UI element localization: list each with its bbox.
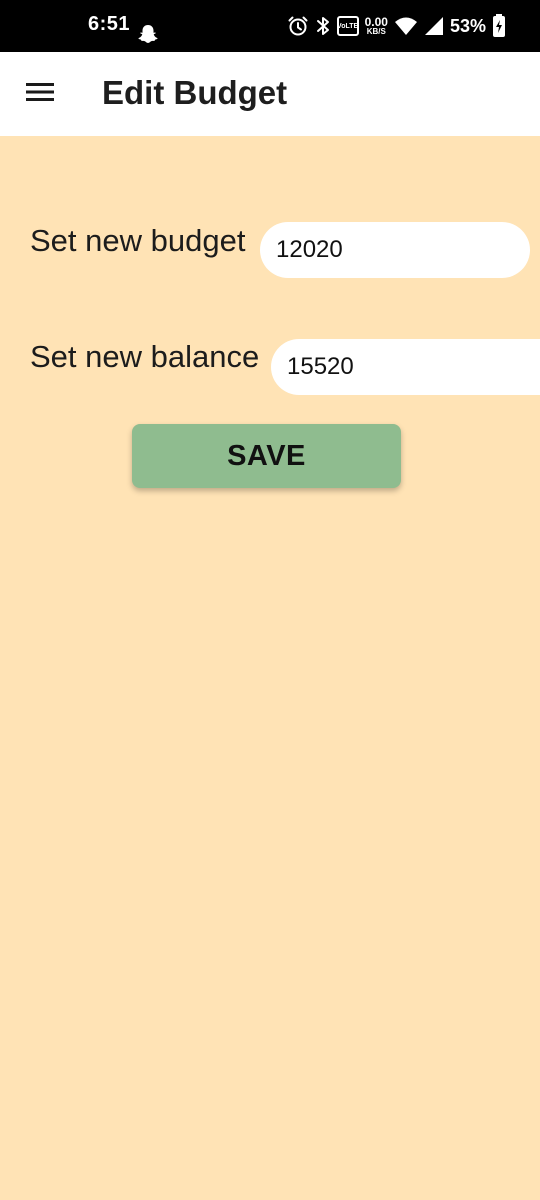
status-bar: 6:51 Vo LTE 0.00 KB/S 53% xyxy=(0,0,540,52)
hamburger-menu-icon xyxy=(26,82,54,107)
volte-text-bottom: LTE xyxy=(345,22,359,30)
net-speed-unit: KB/S xyxy=(366,27,386,36)
net-speed-indicator: 0.00 KB/S xyxy=(365,16,388,36)
wifi-icon xyxy=(394,16,418,36)
bluetooth-icon xyxy=(315,15,331,37)
snapchat-icon xyxy=(136,23,160,47)
alarm-icon xyxy=(287,15,309,37)
battery-charging-icon xyxy=(492,14,506,38)
balance-label: Set new balance xyxy=(30,339,260,374)
status-time: 6:51 xyxy=(88,13,131,35)
page-title: Edit Budget xyxy=(102,74,288,111)
signal-icon xyxy=(424,16,444,36)
app-bar: Edit Budget xyxy=(0,52,540,136)
battery-percent: 53% xyxy=(449,15,486,36)
balance-input[interactable] xyxy=(271,339,540,395)
budget-label: Set new budget xyxy=(30,223,246,258)
volte-text-top: Vo xyxy=(337,22,346,30)
volte-icon: Vo LTE xyxy=(336,16,359,36)
save-button[interactable]: SAVE xyxy=(132,424,401,488)
status-icons: Vo LTE 0.00 KB/S 53% xyxy=(287,10,506,42)
menu-button[interactable] xyxy=(20,74,60,114)
budget-input[interactable] xyxy=(260,222,530,278)
